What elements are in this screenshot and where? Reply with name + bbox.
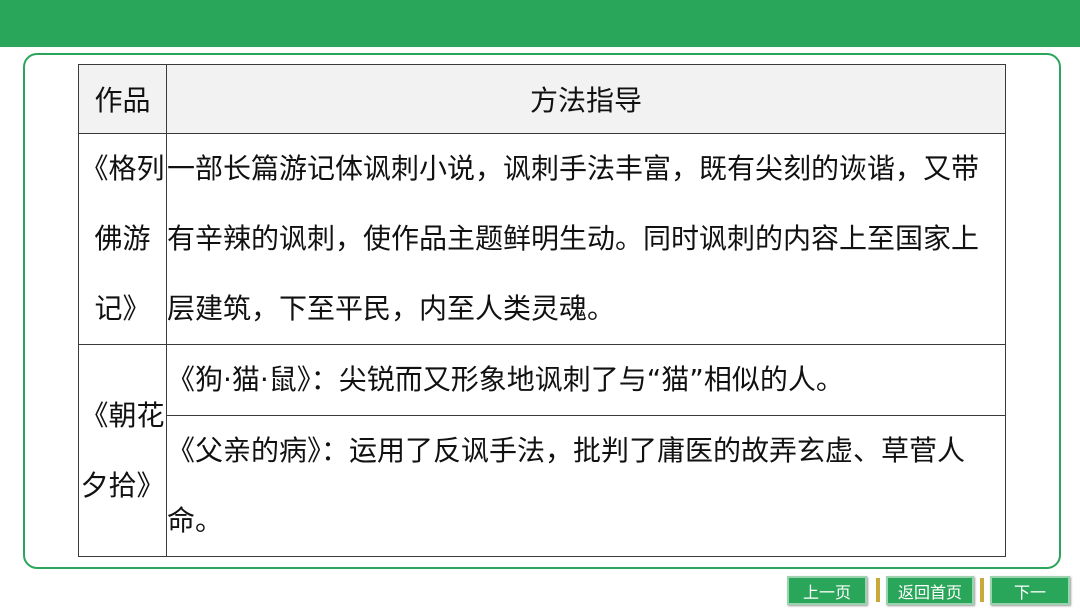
- nav-separator: [980, 578, 984, 602]
- top-banner: [0, 0, 1080, 47]
- nav-separator: [876, 578, 880, 602]
- method-cell: 一部长篇游记体讽刺小说，讽刺手法丰富，既有尖刻的诙谐，又带有辛辣的讽刺，使作品主…: [166, 133, 1006, 345]
- next-page-button[interactable]: 下一: [990, 576, 1070, 605]
- table-header-row: 作品 方法指导: [78, 64, 1006, 134]
- header-method: 方法指导: [166, 64, 1006, 134]
- method-cell: 《狗·猫·鼠》：尖锐而又形象地讽刺了与“猫”相似的人。: [166, 344, 1006, 416]
- home-button[interactable]: 返回首页: [886, 576, 974, 605]
- prev-page-button[interactable]: 上一页: [787, 576, 867, 605]
- table-row: 《父亲的病》：运用了反讽手法，批判了庸医的故弄玄虚、草菅人命。: [79, 415, 1006, 557]
- table-row: 《朝花夕拾》 《狗·猫·鼠》：尖锐而又形象地讽刺了与“猫”相似的人。: [78, 344, 1006, 557]
- work-cell: 《格列佛游记》: [78, 133, 167, 345]
- header-work: 作品: [78, 64, 167, 134]
- table-row: 《格列佛游记》 一部长篇游记体讽刺小说，讽刺手法丰富，既有尖刻的诙谐，又带有辛辣…: [78, 133, 1006, 345]
- method-guide-table: 作品 方法指导 《格列佛游记》 一部长篇游记体讽刺小说，讽刺手法丰富，既有尖刻的…: [78, 64, 1006, 557]
- method-cell: 《父亲的病》：运用了反讽手法，批判了庸医的故弄玄虚、草菅人命。: [166, 415, 1006, 557]
- work-cell: 《朝花夕拾》: [78, 344, 167, 557]
